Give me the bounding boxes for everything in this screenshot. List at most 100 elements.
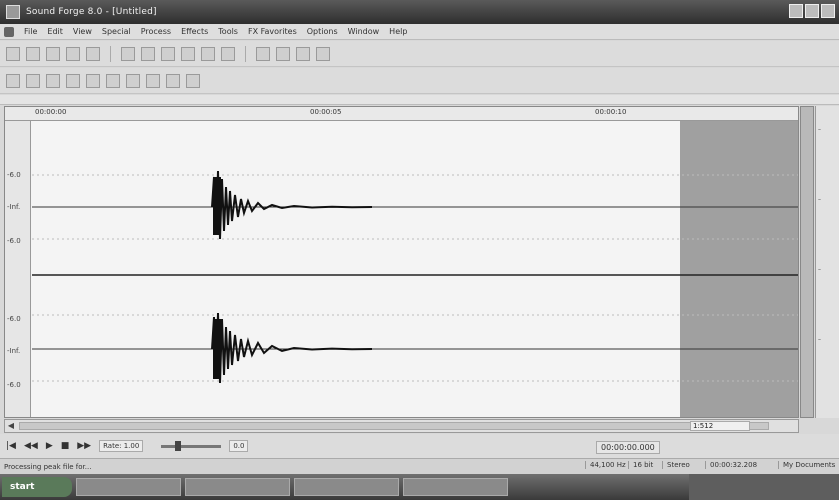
taskbar-item[interactable] — [76, 478, 181, 496]
selection-region — [680, 121, 798, 417]
scroll-left-icon[interactable]: ◀ — [5, 420, 17, 432]
cut-icon[interactable] — [161, 46, 175, 61]
app-icon — [6, 5, 20, 19]
status-bit-depth: 16 bit — [628, 461, 653, 469]
zoom-ratio-field[interactable]: 1:512 — [690, 421, 750, 431]
menu-view[interactable]: View — [73, 27, 92, 36]
playback-bar: |◀ ◀◀ ▶ ■ ▶▶ Rate: 1.00 0.0 — [0, 434, 839, 458]
redo-icon[interactable] — [141, 46, 155, 61]
scale-tick: -6.0 — [7, 237, 21, 245]
rate-field[interactable]: Rate: 1.00 — [99, 440, 144, 452]
pencil-icon[interactable] — [296, 46, 310, 61]
status-free-space: My Documents — [778, 461, 835, 469]
system-tray — [689, 474, 839, 500]
waveform-svg — [32, 121, 798, 417]
status-sample-rate: 44,100 Hz — [585, 461, 626, 469]
ruler-mark: 00:00:00 — [35, 108, 67, 116]
status-message: Processing peak file for... — [4, 462, 92, 471]
mix-icon[interactable] — [221, 46, 235, 61]
time-ruler[interactable]: 00:00:00 00:00:05 00:00:10 — [5, 107, 798, 121]
meter-tick-icon: – — [818, 266, 821, 273]
meter-tick-icon: – — [818, 336, 821, 343]
scale-tick: -6.0 — [7, 315, 21, 323]
play-icon[interactable]: ▶ — [46, 441, 53, 451]
status-channels: Stereo — [662, 461, 690, 469]
status-bar: Processing peak file for... 44,100 Hz 16… — [0, 458, 839, 474]
play-icon[interactable] — [66, 73, 80, 88]
time-display: 00:00:00.000 — [596, 441, 660, 454]
scale-tick: -6.0 — [7, 171, 21, 179]
time-ruler-strip — [0, 95, 839, 105]
menu-special[interactable]: Special — [102, 27, 131, 36]
zoom-icon[interactable] — [276, 46, 290, 61]
ruler-mark: 00:00:10 — [595, 108, 627, 116]
scroll-thumb[interactable] — [19, 422, 769, 430]
undo-icon[interactable] — [121, 46, 135, 61]
taskbar-item[interactable] — [403, 478, 508, 496]
go-start-icon[interactable] — [126, 73, 140, 88]
save-as-icon[interactable] — [66, 46, 80, 61]
envelope-icon[interactable] — [316, 46, 330, 61]
rewind-icon[interactable] — [146, 73, 160, 88]
taskbar-item[interactable] — [185, 478, 290, 496]
slider-knob[interactable] — [175, 440, 182, 451]
menu-tools[interactable]: Tools — [218, 27, 238, 36]
transport-toolbar — [0, 68, 839, 94]
standard-toolbar — [0, 41, 839, 67]
toolbar-separator — [245, 45, 246, 62]
menu-file[interactable]: File — [24, 27, 37, 36]
title-bar: Sound Forge 8.0 - [Untitled] — [0, 0, 839, 24]
waveform-editor[interactable]: 00:00:00 00:00:05 00:00:10 -6.0 -Inf. -6… — [4, 106, 799, 418]
go-end-icon[interactable] — [186, 73, 200, 88]
pause-icon[interactable] — [86, 73, 100, 88]
paste-icon[interactable] — [201, 46, 215, 61]
os-taskbar: start — [0, 474, 839, 500]
scale-tick: -6.0 — [7, 381, 21, 389]
toolbar-separator — [110, 45, 111, 62]
status-length: 00:00:32.208 — [705, 461, 757, 469]
vertical-scrollbar[interactable] — [800, 106, 814, 418]
document-icon[interactable] — [4, 26, 14, 37]
window-title: Sound Forge 8.0 - [Untitled] — [26, 7, 157, 17]
menu-edit[interactable]: Edit — [47, 27, 63, 36]
menu-process[interactable]: Process — [141, 27, 171, 36]
slider-value: 0.0 — [229, 440, 249, 452]
save-icon[interactable] — [46, 46, 60, 61]
menu-help[interactable]: Help — [389, 27, 407, 36]
window-controls — [789, 4, 835, 18]
scale-tick: -Inf. — [7, 347, 21, 355]
meter-tick-icon: – — [818, 196, 821, 203]
print-icon[interactable] — [86, 46, 100, 61]
copy-icon[interactable] — [181, 46, 195, 61]
menu-window[interactable]: Window — [348, 27, 380, 36]
maximize-icon[interactable] — [805, 4, 819, 18]
new-file-icon[interactable] — [6, 46, 20, 61]
menu-fx-favorites[interactable]: FX Favorites — [248, 27, 297, 36]
ruler-mark: 00:00:05 — [310, 108, 342, 116]
forward-icon[interactable]: ▶▶ — [77, 441, 91, 451]
stop-icon[interactable]: ■ — [61, 441, 70, 451]
forward-icon[interactable] — [166, 73, 180, 88]
rate-slider[interactable] — [161, 440, 222, 451]
stop-icon[interactable] — [106, 73, 120, 88]
record-icon[interactable] — [6, 73, 20, 88]
meter-tick-icon: – — [818, 126, 821, 133]
go-start-icon[interactable]: |◀ — [6, 441, 16, 451]
level-scale: -6.0 -Inf. -6.0 -6.0 -Inf. -6.0 — [5, 121, 31, 417]
start-button[interactable]: start — [2, 477, 72, 497]
trim-icon[interactable] — [256, 46, 270, 61]
rewind-icon[interactable]: ◀◀ — [24, 441, 38, 451]
open-file-icon[interactable] — [26, 46, 40, 61]
minimize-icon[interactable] — [789, 4, 803, 18]
play-all-icon[interactable] — [46, 73, 60, 88]
waveform-canvas[interactable] — [32, 121, 798, 417]
horizontal-scrollbar[interactable]: ◀ — [4, 419, 799, 433]
loop-icon[interactable] — [26, 73, 40, 88]
close-icon[interactable] — [821, 4, 835, 18]
scale-tick: -Inf. — [7, 203, 21, 211]
menu-effects[interactable]: Effects — [181, 27, 208, 36]
menu-options[interactable]: Options — [307, 27, 338, 36]
level-meter: – – – – — [815, 106, 839, 418]
menu-bar: File Edit View Special Process Effects T… — [0, 24, 839, 40]
taskbar-item[interactable] — [294, 478, 399, 496]
